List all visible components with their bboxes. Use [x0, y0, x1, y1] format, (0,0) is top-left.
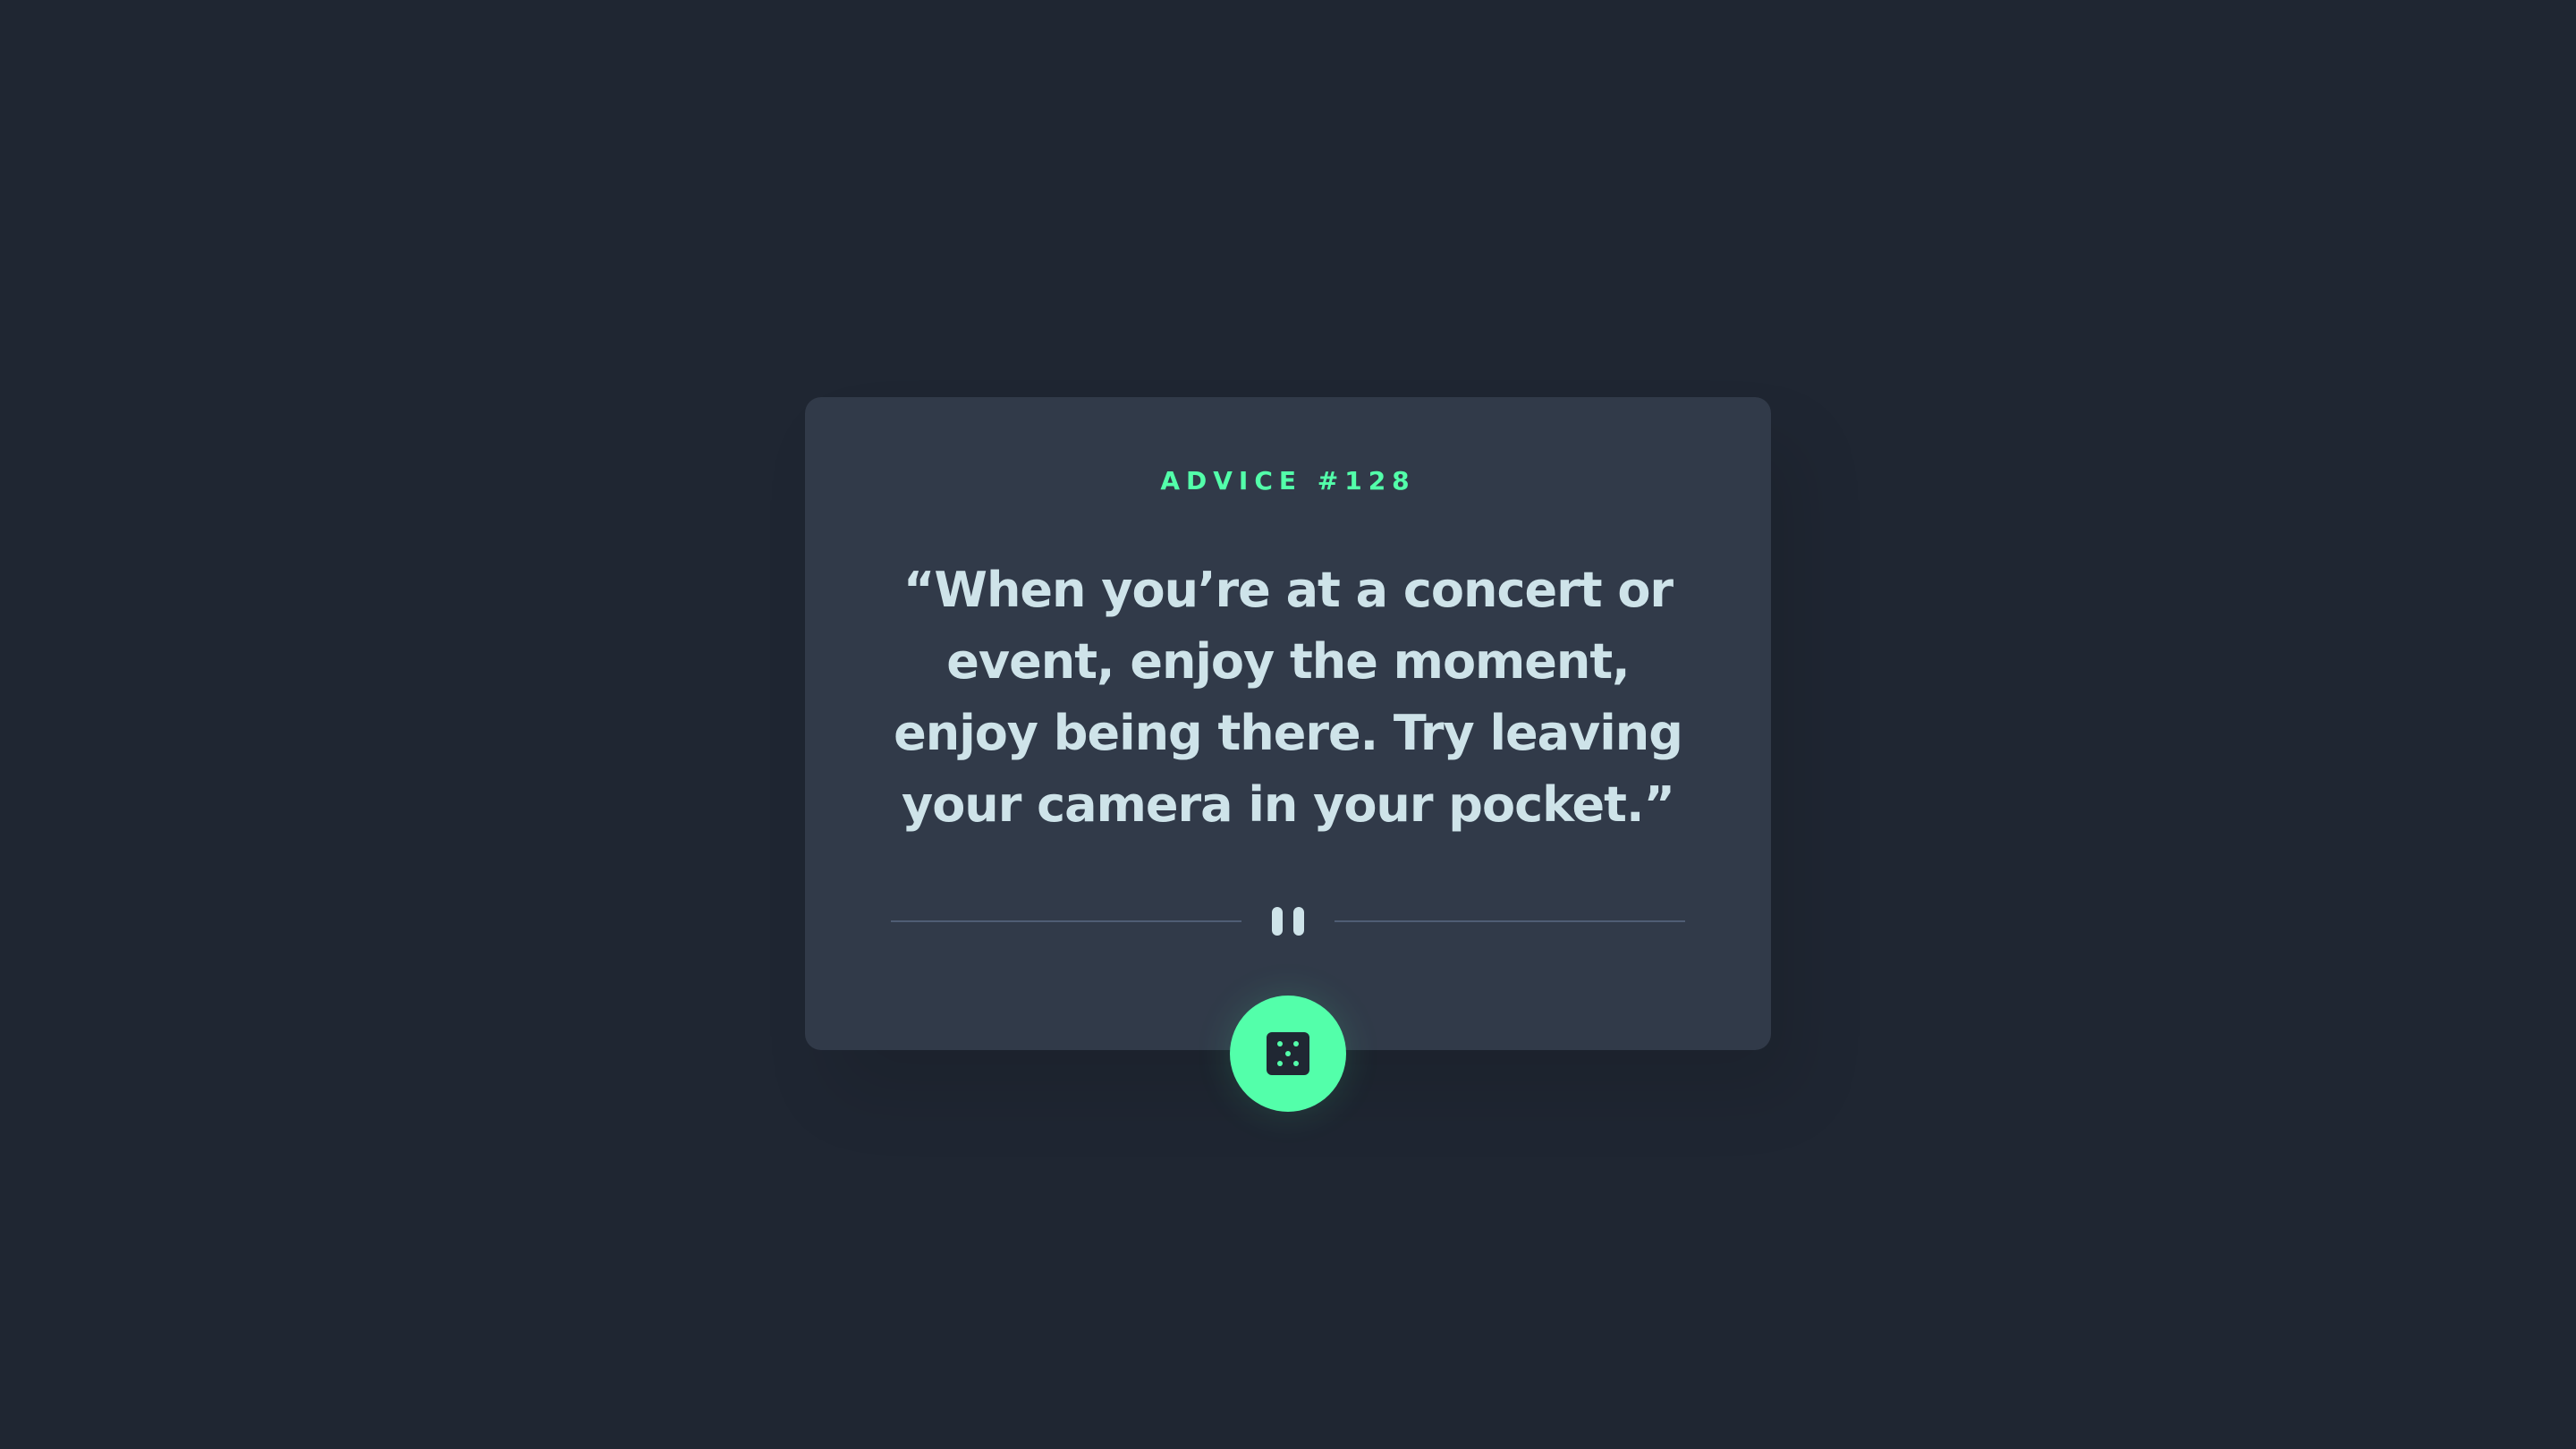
dice-icon	[1267, 1032, 1309, 1075]
divider-line-left	[891, 920, 1241, 922]
advice-quote: “When you’re at a concert or event, enjo…	[894, 562, 1683, 833]
pause-bar-left	[1272, 907, 1283, 936]
advice-number: ADVICE #128	[1160, 466, 1416, 496]
pause-bar-right	[1293, 907, 1304, 936]
divider-line-right	[1335, 920, 1685, 922]
pause-icon	[1270, 907, 1306, 936]
divider	[891, 907, 1685, 936]
advice-card: ADVICE #128 “When you’re at a concert or…	[805, 397, 1771, 1050]
new-advice-button[interactable]	[1230, 996, 1346, 1112]
